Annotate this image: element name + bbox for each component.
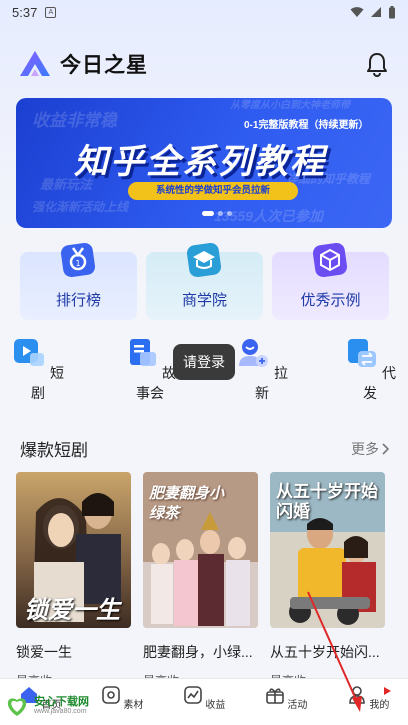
tab-label: 收益 <box>205 700 226 711</box>
banner-title: 知乎全系列教程 <box>74 143 326 181</box>
add-user-icon <box>239 339 269 367</box>
watermark-url: www.java80.com <box>34 707 87 715</box>
card-label: 排行榜 <box>55 292 101 309</box>
drama-poster[interactable]: 锁爱一生 <box>16 472 131 628</box>
tab-label: 我的 <box>369 700 390 711</box>
watermark-logo-icon <box>7 698 27 716</box>
book-icon <box>130 339 157 366</box>
status-time: 5:37 <box>12 4 38 20</box>
poster-title: 肥妻翻身小绿茶 <box>149 485 225 522</box>
more-label: 更多 <box>351 440 379 457</box>
swap-icon <box>348 339 377 367</box>
feature-cards: 1 排行榜 商学院 优秀示例 <box>20 242 390 320</box>
watermark-text: 安心下载网 <box>34 695 89 708</box>
bell-icon[interactable] <box>364 51 390 77</box>
carousel-dot[interactable] <box>218 211 223 216</box>
chevron-right-icon <box>382 442 390 455</box>
banner-pill: 系统性的学做知乎会员拉新 <box>128 182 298 200</box>
drama-title: 锁爱一生 <box>16 644 72 660</box>
carousel-dot[interactable] <box>202 211 214 216</box>
medal-icon: 1 <box>60 242 96 278</box>
app-header: 今日之星 <box>18 46 390 82</box>
gift-icon <box>265 688 284 704</box>
cube-icon <box>312 242 348 278</box>
promo-banner[interactable]: 收益非常稳 最新玩法 强化渐新活动上线 13559人次已参加 详细的知乎教程 从… <box>16 98 392 228</box>
poster-title: 从五十岁开始闪婚 <box>276 482 378 521</box>
signal-icon <box>371 7 381 17</box>
red-marker-icon <box>384 687 391 695</box>
quick-proxy-send[interactable]: 代发 <box>340 336 400 403</box>
watermark: 安心下载网 www.java80.com <box>4 690 114 720</box>
wifi-icon <box>350 7 364 17</box>
app-title: 今日之星 <box>60 54 148 77</box>
quick-label: 短剧 <box>31 365 64 401</box>
quick-label: 故事会 <box>136 365 176 401</box>
card-excellent-examples[interactable]: 优秀示例 <box>272 242 389 320</box>
tab-label: 素材 <box>123 700 144 711</box>
quick-short-drama[interactable]: 短剧 <box>8 336 68 403</box>
card-business-school[interactable]: 商学院 <box>146 242 263 320</box>
drama-card[interactable]: 锁爱一生 锁爱一生 最高收 <box>16 472 131 689</box>
carousel-indicator <box>202 211 232 216</box>
chart-icon <box>183 686 202 704</box>
login-toast: 请登录 <box>173 344 235 380</box>
quick-label: 代发 <box>363 365 396 401</box>
app-logo-icon <box>20 51 50 76</box>
drama-poster[interactable]: 肥妻翻身小绿茶 <box>143 472 258 628</box>
banner-bg-text: 强化渐新活动上线 <box>32 200 129 214</box>
card-label: 商学院 <box>181 292 227 309</box>
banner-bg-text: 从零度从小白到大神老师带 <box>230 100 350 111</box>
svg-text:1: 1 <box>75 259 80 268</box>
battery-icon <box>389 5 395 18</box>
notification-icon: A <box>45 6 57 18</box>
section-title: 爆款短剧 <box>20 441 88 460</box>
banner-bg-text: 收益非常稳 <box>32 111 117 130</box>
quick-referral[interactable]: 拉新 <box>232 336 292 403</box>
carousel-dot[interactable] <box>227 211 232 216</box>
tab-earnings[interactable]: 收益 <box>174 685 234 711</box>
drama-card[interactable]: 肥妻翻身小绿茶 肥妻翻身，小绿... 最高收 <box>143 472 258 689</box>
play-video-icon <box>14 339 45 366</box>
annotation-arrow <box>307 591 362 712</box>
quick-story[interactable]: 故事会 <box>120 336 180 403</box>
drama-title: 肥妻翻身，小绿... <box>143 644 253 660</box>
banner-bg-text: 13559人次已参加 <box>214 208 323 224</box>
more-link[interactable]: 更多 <box>351 439 390 459</box>
section-header: 爆款短剧 更多 <box>20 436 390 461</box>
card-label: 优秀示例 <box>300 292 361 309</box>
graduation-cap-icon <box>186 242 222 278</box>
banner-subtag: 0-1完整版教程（持续更新） <box>244 120 369 131</box>
poster-title: 锁爱一生 <box>24 597 120 624</box>
status-bar: 5:37 A <box>0 0 408 24</box>
status-icons <box>350 5 396 19</box>
card-ranking[interactable]: 1 排行榜 <box>20 242 137 320</box>
quick-label: 拉新 <box>255 365 288 401</box>
